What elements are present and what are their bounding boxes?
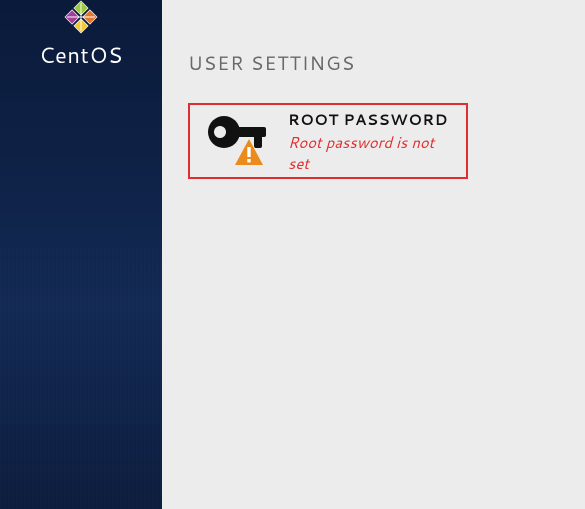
- root-password-text: ROOT PASSWORD Root password is not set: [288, 109, 450, 174]
- root-password-spoke[interactable]: ROOT PASSWORD Root password is not set: [188, 103, 468, 179]
- root-password-title: ROOT PASSWORD: [288, 109, 450, 130]
- warning-icon: [234, 138, 264, 166]
- root-password-icon-group: [206, 114, 270, 168]
- centos-logo-icon: [54, 0, 108, 34]
- brand-text: CentOS: [0, 40, 162, 71]
- main-content: USER SETTINGS ROOT PASSWORD Root passwor…: [162, 0, 585, 509]
- logo-group: CentOS: [0, 0, 162, 71]
- sidebar: CentOS: [0, 0, 162, 509]
- section-title-user-settings: USER SETTINGS: [188, 50, 559, 77]
- root-password-status: Root password is not set: [288, 132, 450, 174]
